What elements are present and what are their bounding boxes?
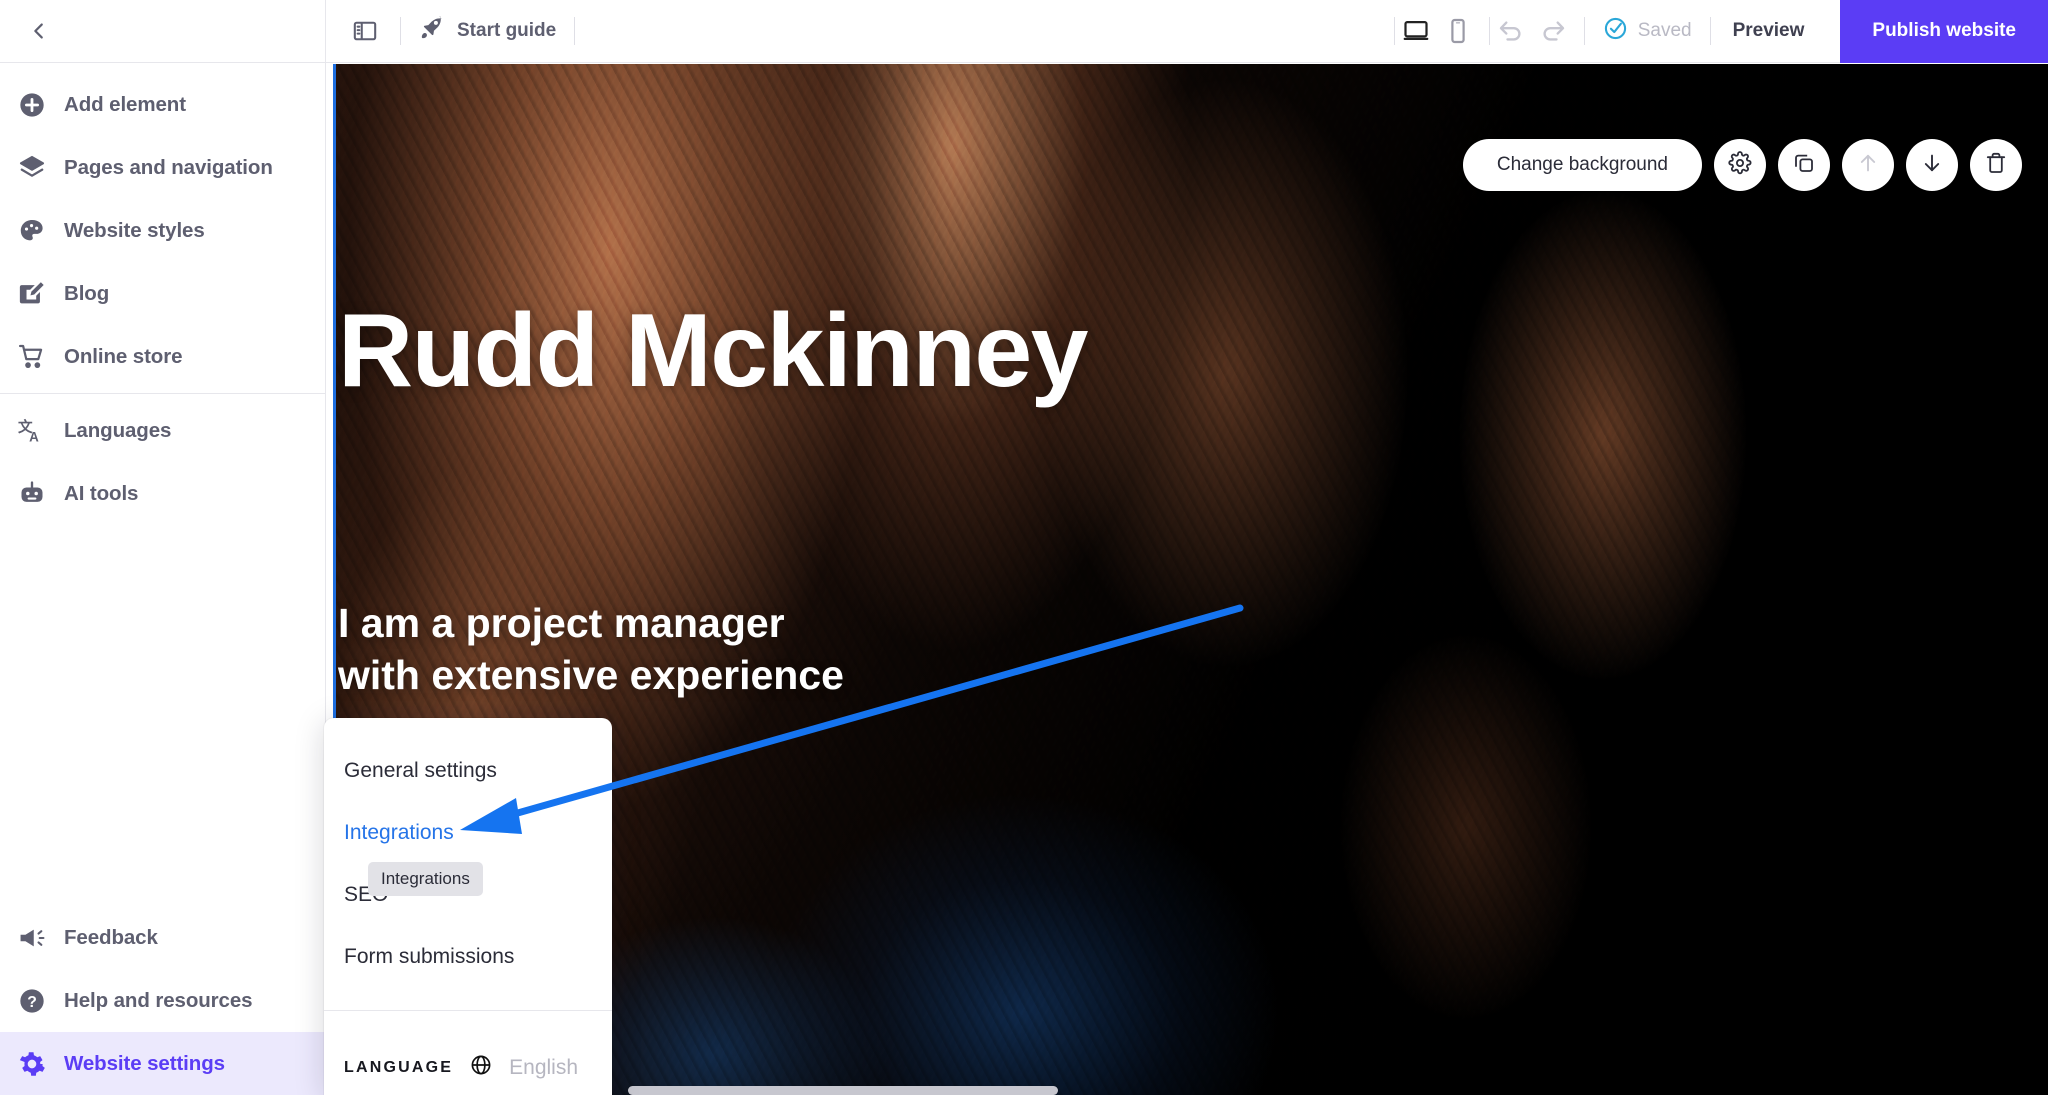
sidebar-bottom-nav: Feedback ? Help and resources Website se… — [0, 906, 326, 1095]
start-guide-button[interactable]: Start guide — [401, 9, 574, 53]
duplicate-icon — [1792, 151, 1816, 180]
hero-title[interactable]: Rudd Mckinney — [338, 297, 1089, 405]
sidebar-item-label: Blog — [64, 281, 110, 305]
language-label: LANGUAGE — [344, 1058, 454, 1076]
robot-icon — [14, 476, 50, 512]
chevron-left-icon[interactable] — [22, 14, 56, 48]
sidebar-nav: Add element Pages and navigation Website… — [0, 63, 325, 525]
sidebar-item-label: Website settings — [64, 1051, 225, 1075]
sidebar-header — [0, 0, 325, 63]
language-selector[interactable]: LANGUAGE English — [324, 1011, 612, 1082]
gear-icon — [1728, 150, 1752, 180]
saved-status: Saved — [1585, 16, 1710, 47]
publish-website-button[interactable]: Publish website — [1840, 0, 2048, 63]
delete-section-button[interactable] — [1970, 139, 2022, 191]
hero-section-toolbar: Change background — [1462, 139, 2022, 191]
sidebar-item-feedback[interactable]: Feedback — [0, 906, 326, 969]
sidebar-item-label: Languages — [64, 418, 172, 442]
saved-label: Saved — [1637, 20, 1692, 41]
dropdown-item-form-submissions[interactable]: Form submissions — [324, 926, 612, 988]
dropdown-item-general-settings[interactable]: General settings — [324, 740, 612, 802]
check-circle-icon — [1603, 16, 1628, 47]
hero-subtitle[interactable]: I am a project manager with extensive ex… — [338, 597, 844, 702]
top-toolbar: Start guide Saved Preview Publish websit… — [326, 0, 2048, 63]
undo-arrow-icon[interactable] — [1490, 10, 1532, 52]
sidebar-item-add-element[interactable]: Add element — [0, 73, 325, 136]
redo-arrow-icon[interactable] — [1532, 10, 1574, 52]
sidebar-item-help-and-resources[interactable]: ? Help and resources — [0, 969, 326, 1032]
plus-circle-icon — [14, 87, 50, 123]
megaphone-icon — [14, 920, 50, 956]
website-builder-app: Add element Pages and navigation Website… — [0, 0, 2048, 1095]
mobile-icon[interactable] — [1437, 10, 1479, 52]
language-value: English — [509, 1055, 579, 1079]
sidebar-divider — [0, 393, 325, 394]
section-settings-button[interactable] — [1714, 139, 1766, 191]
sidebar-item-online-store[interactable]: Online store — [0, 325, 325, 388]
dropdown-item-integrations[interactable]: Integrations — [324, 802, 612, 864]
rocket-icon — [419, 15, 445, 47]
left-sidebar: Add element Pages and navigation Website… — [0, 0, 326, 1095]
edit-square-icon — [14, 276, 50, 312]
move-section-down-button[interactable] — [1906, 139, 1958, 191]
arrow-down-icon — [1920, 151, 1944, 180]
integrations-tooltip: Integrations — [368, 862, 483, 896]
gear-icon — [14, 1046, 50, 1082]
preview-button[interactable]: Preview — [1711, 20, 1827, 42]
sidebar-item-label: Pages and navigation — [64, 155, 273, 179]
trash-icon — [1984, 151, 2008, 180]
sidebar-item-pages-and-navigation[interactable]: Pages and navigation — [0, 136, 325, 199]
duplicate-section-button[interactable] — [1778, 139, 1830, 191]
desktop-icon[interactable] — [1395, 10, 1437, 52]
arrow-up-icon — [1856, 151, 1880, 180]
sidebar-item-label: Website styles — [64, 218, 205, 242]
toolbar-divider — [574, 17, 576, 45]
sidebar-item-website-settings[interactable]: Website settings — [0, 1032, 326, 1095]
palette-icon — [14, 213, 50, 249]
sidebar-item-label: Feedback — [64, 925, 158, 949]
sidebar-item-label: Add element — [64, 92, 186, 116]
svg-text:?: ? — [27, 993, 37, 1010]
layers-icon — [14, 150, 50, 186]
sidebar-item-label: AI tools — [64, 481, 139, 505]
sidebar-item-ai-tools[interactable]: AI tools — [0, 462, 325, 525]
start-guide-label: Start guide — [457, 20, 557, 41]
change-background-button[interactable]: Change background — [1462, 139, 1702, 191]
svg-text:A: A — [29, 429, 39, 444]
website-settings-dropdown: General settings Integrations SEO Form s… — [324, 718, 612, 1095]
shopping-cart-icon — [14, 339, 50, 375]
move-section-up-button[interactable] — [1842, 139, 1894, 191]
globe-icon — [469, 1053, 493, 1082]
translate-icon: 文A — [14, 413, 50, 449]
sidebar-item-languages[interactable]: 文A Languages — [0, 399, 325, 462]
sidebar-item-label: Online store — [64, 344, 183, 368]
sidebar-item-website-styles[interactable]: Website styles — [0, 199, 325, 262]
sidebar-panel-icon[interactable] — [344, 10, 386, 52]
sidebar-item-label: Help and resources — [64, 988, 253, 1012]
sidebar-item-blog[interactable]: Blog — [0, 262, 325, 325]
canvas-horizontal-scrollbar[interactable] — [628, 1086, 1058, 1095]
question-circle-icon: ? — [14, 983, 50, 1019]
